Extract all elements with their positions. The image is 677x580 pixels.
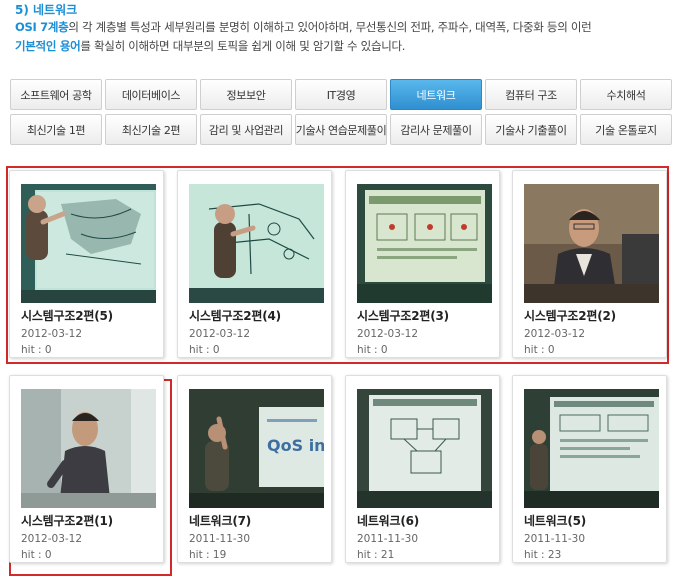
video-hit-count: hit : 0 bbox=[21, 344, 52, 356]
lecturer-speaking-thumbnail bbox=[524, 184, 659, 303]
tab-auditor-problems[interactable]: 감리사 문제풀이 bbox=[390, 114, 482, 145]
lecture-whiteboard-thumbnail bbox=[21, 184, 156, 303]
video-date: 2012-03-12 bbox=[21, 328, 83, 340]
tab-database[interactable]: 데이터베이스 bbox=[105, 79, 197, 110]
video-hit-count: hit : 0 bbox=[524, 344, 555, 356]
video-thumbnail[interactable] bbox=[189, 184, 324, 303]
tab-numerical-analysis[interactable]: 수치해석 bbox=[580, 79, 672, 110]
tab-tech-ontology[interactable]: 기술 온톨로지 bbox=[580, 114, 672, 145]
video-hit-count: hit : 0 bbox=[189, 344, 220, 356]
video-card[interactable]: QoS in 네트워크(7) 2011-11-30 hit : 19 bbox=[177, 375, 332, 563]
video-title[interactable]: 시스템구조2편(1) bbox=[21, 512, 113, 529]
video-thumbnail[interactable]: QoS in bbox=[189, 389, 324, 508]
video-card[interactable]: 시스템구조2편(1) 2012-03-12 hit : 0 bbox=[9, 375, 164, 563]
intro-line-2: 기본적인 용어를 확실히 이해하면 대부분의 토픽을 쉽게 이해 및 암기할 수… bbox=[15, 37, 675, 56]
tab-pe-practice-problems[interactable]: 기술사 연습문제풀이 bbox=[295, 114, 387, 145]
tab-network[interactable]: 네트워크 bbox=[390, 79, 482, 110]
video-date: 2011-11-30 bbox=[189, 533, 251, 545]
video-thumbnail[interactable] bbox=[357, 389, 492, 508]
video-thumbnail[interactable] bbox=[21, 389, 156, 508]
video-date: 2012-03-12 bbox=[524, 328, 586, 340]
video-hit-count: hit : 21 bbox=[357, 549, 395, 561]
video-thumbnail[interactable] bbox=[357, 184, 492, 303]
lecture-whiteboard-thumbnail bbox=[189, 184, 324, 303]
video-card[interactable]: 네트워크(5) 2011-11-30 hit : 23 bbox=[512, 375, 667, 563]
tab-latest-tech-2[interactable]: 최신기술 2편 bbox=[105, 114, 197, 145]
tab-pe-past-exams[interactable]: 기술사 기출풀이 bbox=[485, 114, 577, 145]
video-date: 2011-11-30 bbox=[357, 533, 419, 545]
video-card[interactable]: 시스템구조2편(4) 2012-03-12 hit : 0 bbox=[177, 170, 332, 358]
lecture-slide-thumbnail bbox=[357, 184, 492, 303]
video-hit-count: hit : 0 bbox=[357, 344, 388, 356]
video-card[interactable]: 시스템구조2편(5) 2012-03-12 hit : 0 bbox=[9, 170, 164, 358]
video-title[interactable]: 시스템구조2편(4) bbox=[189, 307, 281, 324]
video-thumbnail[interactable] bbox=[524, 389, 659, 508]
video-hit-count: hit : 0 bbox=[21, 549, 52, 561]
video-title[interactable]: 네트워크(5) bbox=[524, 512, 586, 529]
video-title[interactable]: 시스템구조2편(3) bbox=[357, 307, 449, 324]
video-hit-count: hit : 19 bbox=[189, 549, 227, 561]
tab-it-management[interactable]: IT경영 bbox=[295, 79, 387, 110]
intro-line-1: OSI 7계층의 각 계층별 특성과 세부원리를 분명히 이해하고 있어야하며,… bbox=[15, 18, 675, 37]
lecturer-standing-thumbnail bbox=[21, 389, 156, 508]
video-date: 2012-03-12 bbox=[357, 328, 419, 340]
video-title[interactable]: 네트워크(7) bbox=[189, 512, 251, 529]
intro-text-2: 를 확실히 이해하면 대부분의 토픽을 쉽게 이해 및 암기할 수 있습니다. bbox=[80, 39, 406, 53]
category-tabs-row-1: 소프트웨어 공학 데이터베이스 정보보안 IT경영 네트워크 컴퓨터 구조 수치… bbox=[10, 79, 672, 110]
section-title: 5) 네트워크 bbox=[15, 3, 78, 17]
video-hit-count: hit : 23 bbox=[524, 549, 562, 561]
video-date: 2012-03-12 bbox=[189, 328, 251, 340]
video-thumbnail[interactable] bbox=[21, 184, 156, 303]
video-card[interactable]: 시스템구조2편(2) 2012-03-12 hit : 0 bbox=[512, 170, 667, 358]
diagram-slide-thumbnail bbox=[357, 389, 492, 508]
tab-audit-project-management[interactable]: 감리 및 사업관리 bbox=[200, 114, 292, 145]
video-title[interactable]: 네트워크(6) bbox=[357, 512, 419, 529]
intro-highlight-osi: OSI 7계층 bbox=[15, 20, 69, 34]
svg-text:QoS in: QoS in bbox=[267, 436, 324, 455]
video-card[interactable]: 네트워크(6) 2011-11-30 hit : 21 bbox=[345, 375, 500, 563]
intro-section: 5) 네트워크 OSI 7계층의 각 계층별 특성과 세부원리를 분명히 이해하… bbox=[15, 2, 675, 56]
tab-latest-tech-1[interactable]: 최신기술 1편 bbox=[10, 114, 102, 145]
intro-highlight-terms: 기본적인 용어 bbox=[15, 39, 81, 53]
video-date: 2012-03-12 bbox=[21, 533, 83, 545]
video-title[interactable]: 시스템구조2편(2) bbox=[524, 307, 616, 324]
tab-software-engineering[interactable]: 소프트웨어 공학 bbox=[10, 79, 102, 110]
video-title[interactable]: 시스템구조2편(5) bbox=[21, 307, 113, 324]
video-thumbnail[interactable] bbox=[524, 184, 659, 303]
tab-computer-architecture[interactable]: 컴퓨터 구조 bbox=[485, 79, 577, 110]
video-date: 2011-11-30 bbox=[524, 533, 586, 545]
tab-information-security[interactable]: 정보보안 bbox=[200, 79, 292, 110]
qos-slide-thumbnail: QoS in bbox=[189, 389, 324, 508]
network-slide-thumbnail bbox=[524, 389, 659, 508]
category-tabs-row-2: 최신기술 1편 최신기술 2편 감리 및 사업관리 기술사 연습문제풀이 감리사… bbox=[10, 114, 672, 145]
video-card[interactable]: 시스템구조2편(3) 2012-03-12 hit : 0 bbox=[345, 170, 500, 358]
intro-text-1: 의 각 계층별 특성과 세부원리를 분명히 이해하고 있어야하며, 무선통신의 … bbox=[68, 20, 592, 34]
